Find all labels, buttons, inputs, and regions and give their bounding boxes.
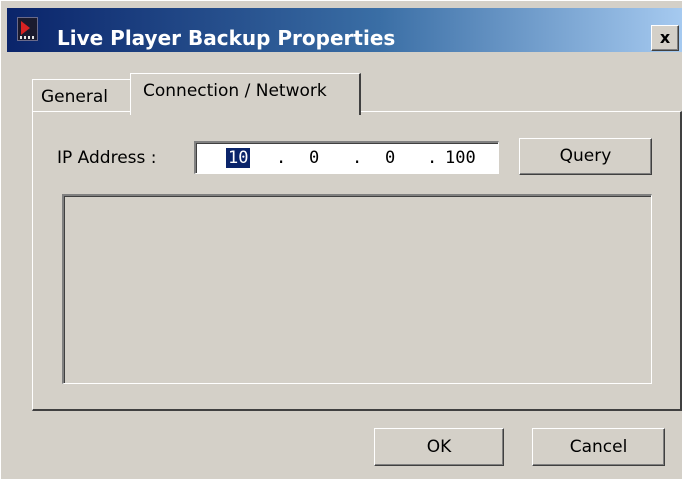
tab-general[interactable]: General [32,79,132,113]
ip-octet-2[interactable]: 0 [309,148,319,168]
ip-address-field[interactable]: 10 . 0 . 0 . 100 [194,141,499,174]
ip-separator: . [276,148,287,168]
query-result-box [62,194,652,384]
close-icon: x [659,28,671,47]
tab-connection-network-label: Connection / Network [143,81,327,101]
tab-general-label: General [41,87,108,107]
live-player-app-icon[interactable] [17,17,38,41]
ok-button[interactable]: OK [374,428,504,466]
ip-separator: . [427,148,438,168]
window-title: Live Player Backup Properties [57,26,396,50]
cancel-button[interactable]: Cancel [532,428,665,466]
ip-separator: . [352,148,363,168]
properties-dialog: Live Player Backup Properties x General … [0,0,682,479]
query-button[interactable]: Query [519,138,652,175]
ip-octet-3[interactable]: 0 [385,148,395,168]
ip-octet-1[interactable]: 10 [226,148,251,168]
ip-address-label: IP Address : [57,148,157,168]
ip-octet-4[interactable]: 100 [445,148,476,168]
tab-connection-network[interactable]: Connection / Network [130,73,361,115]
close-button[interactable]: x [651,25,679,51]
